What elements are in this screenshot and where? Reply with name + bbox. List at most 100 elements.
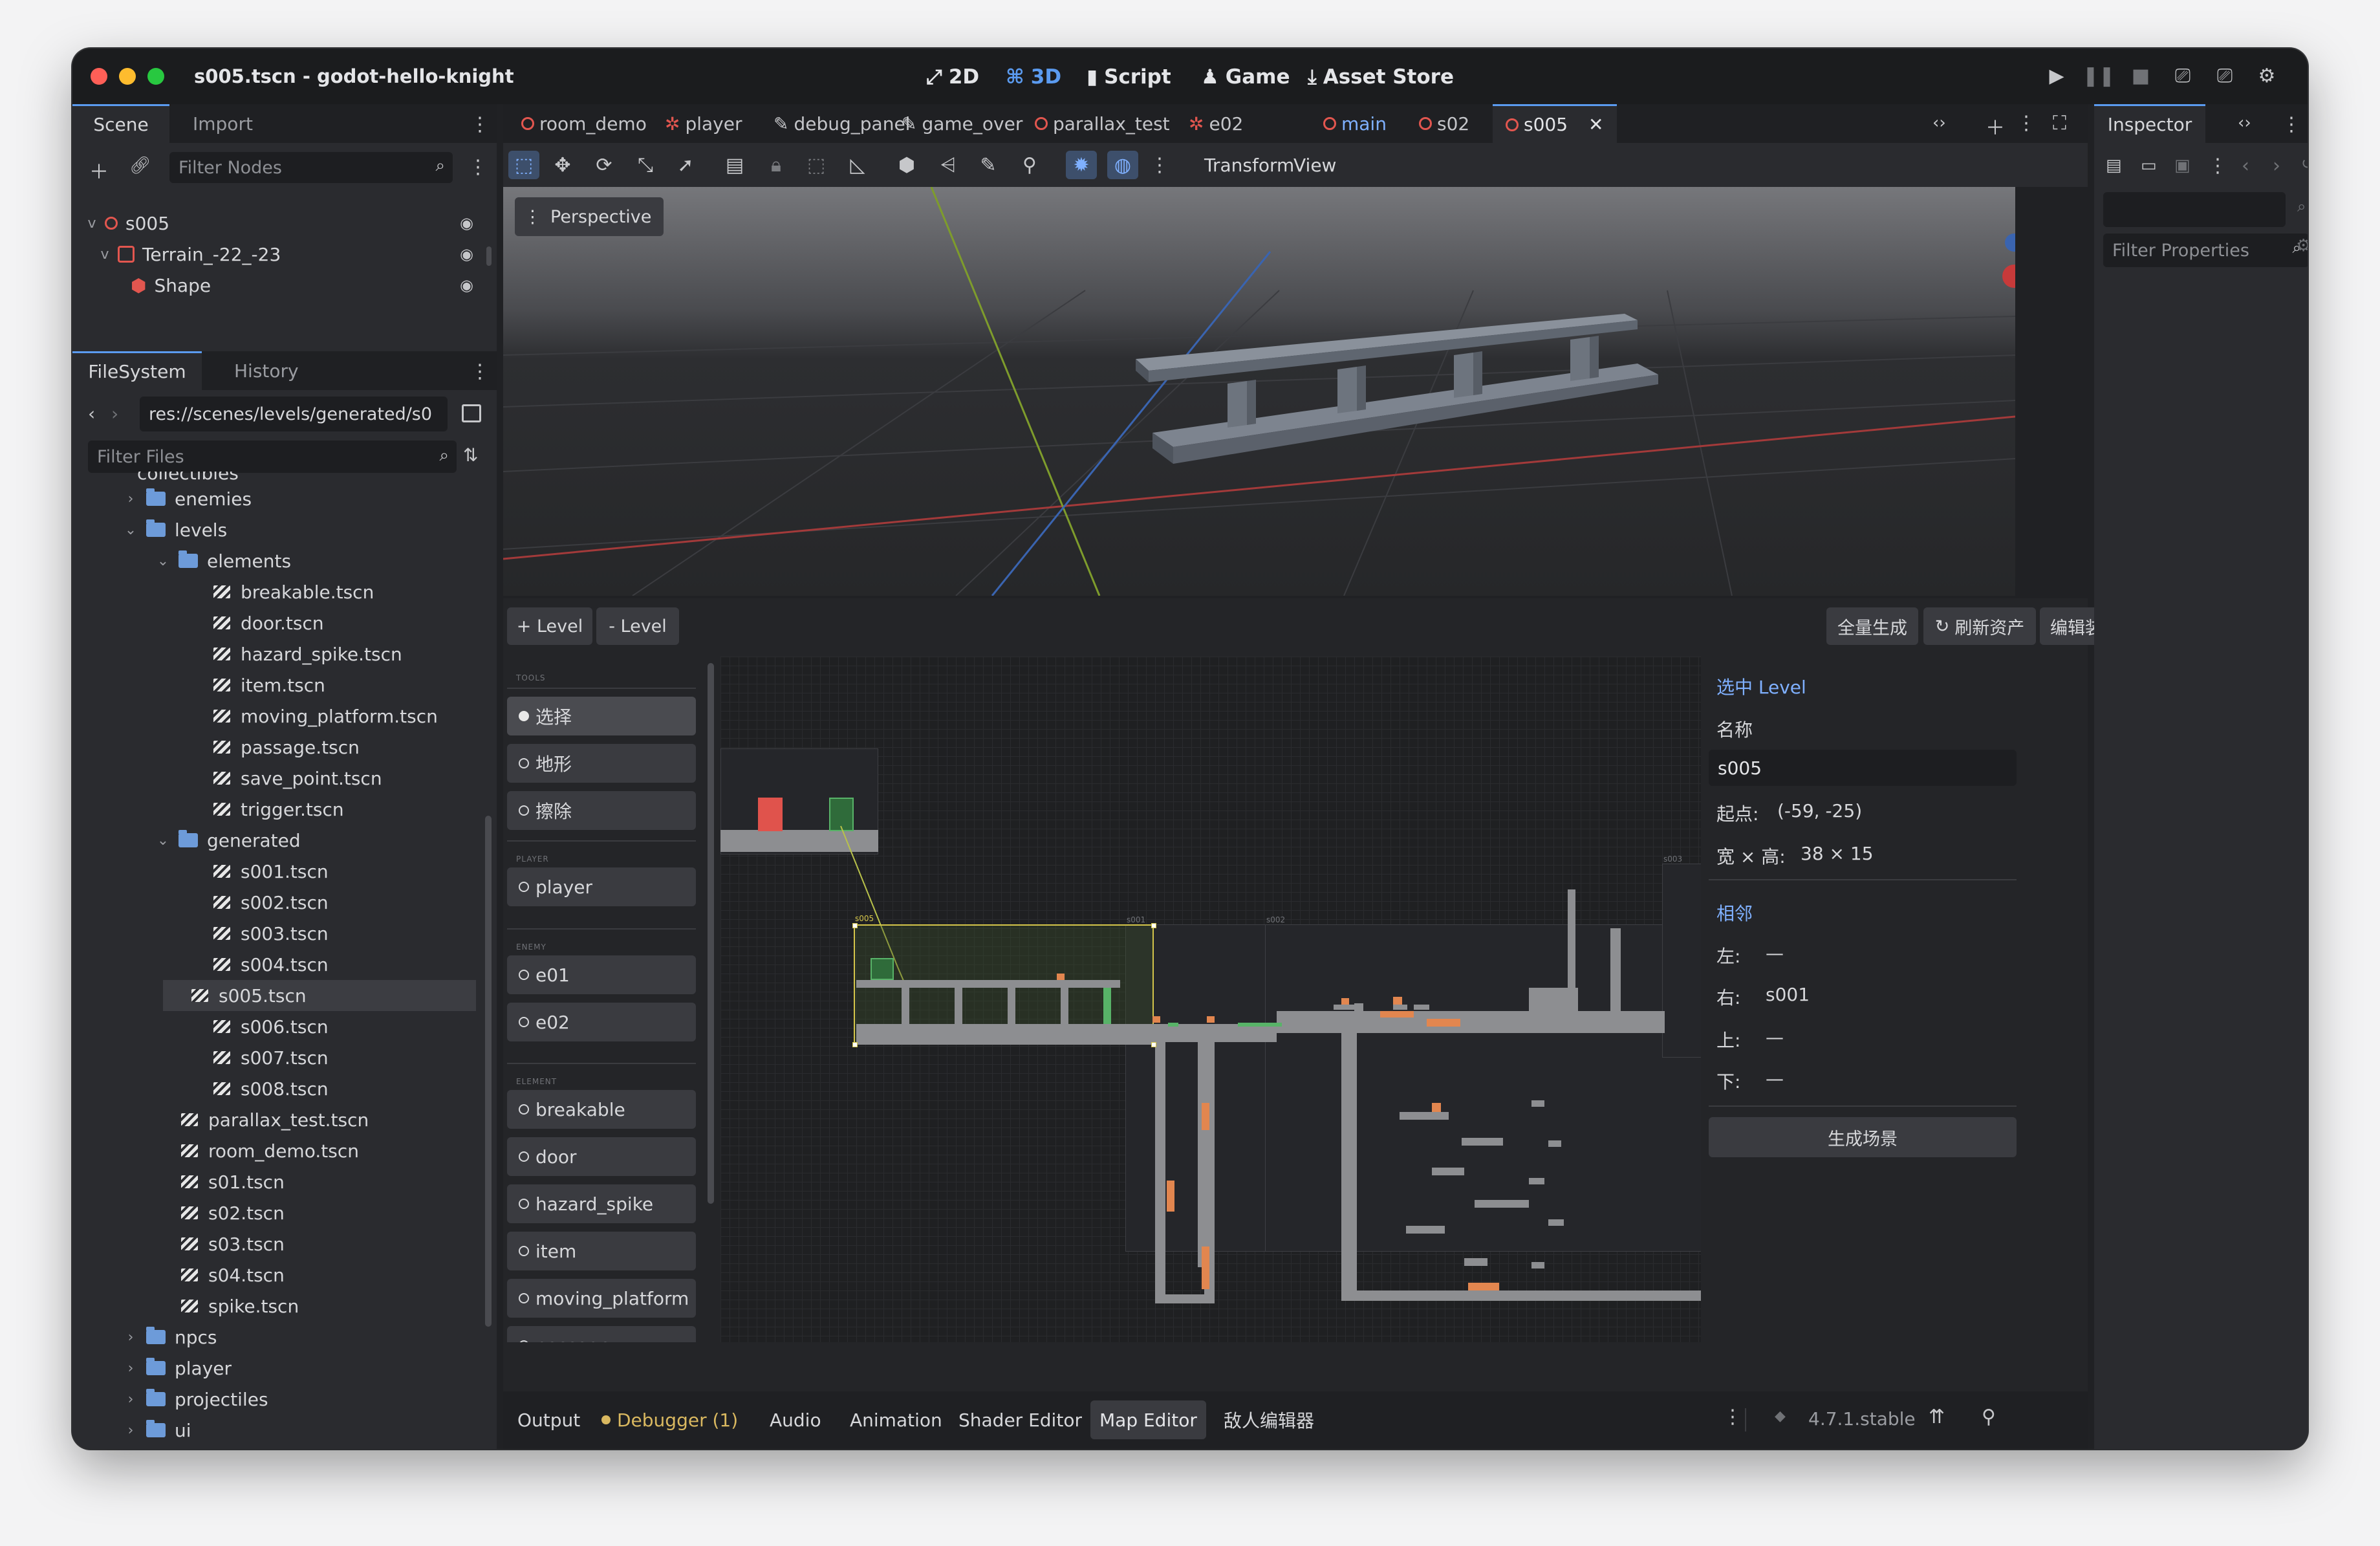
- file-item[interactable]: s008.tscn: [72, 1073, 473, 1104]
- sort-icon[interactable]: ⇅: [463, 444, 478, 466]
- file-item[interactable]: s007.tscn: [72, 1042, 473, 1073]
- file-item[interactable]: s001.tscn: [72, 856, 473, 887]
- scene-tab-room-demo[interactable]: room_demo: [508, 104, 660, 143]
- list-select-icon[interactable]: ➚: [673, 151, 698, 179]
- scene-tab-e02[interactable]: ✲ e02: [1176, 104, 1256, 143]
- player-spawn-marker[interactable]: [871, 958, 894, 980]
- bottom-tab-2[interactable]: Audio: [761, 1400, 830, 1439]
- scene-tab-main[interactable]: main: [1310, 104, 1400, 143]
- file-item[interactable]: s006.tscn: [72, 1011, 473, 1042]
- pin-icon[interactable]: ⚲: [1017, 151, 1043, 179]
- tree-node-root[interactable]: v s005 ◉: [85, 208, 473, 239]
- stop-icon[interactable]: ■: [2129, 64, 2152, 87]
- inspector-settings-icon[interactable]: ⚙: [2296, 236, 2308, 256]
- chevron-right-icon[interactable]: ›: [124, 491, 137, 507]
- level-name-field[interactable]: s005: [1709, 750, 2017, 786]
- scale-mode-icon[interactable]: ⤡: [633, 151, 658, 179]
- file-item[interactable]: s01.tscn: [72, 1166, 473, 1197]
- file-item[interactable]: s02.tscn: [72, 1197, 473, 1228]
- file-item[interactable]: main.tscn: [72, 1446, 473, 1449]
- object-search-icon[interactable]: ⌕: [2297, 197, 2306, 215]
- measure-icon[interactable]: ◺: [845, 151, 871, 179]
- file-item[interactable]: room_demo.tscn: [72, 1135, 473, 1166]
- preview-menu-icon[interactable]: ⋮: [1150, 151, 1169, 179]
- path-field[interactable]: res://scenes/levels/generated/s0: [140, 397, 448, 431]
- filter-nodes-input[interactable]: Filter Nodes ⌕: [169, 152, 453, 183]
- scene-tab-game-over[interactable]: ✎ game_over: [889, 104, 1035, 143]
- scene-tab-s005[interactable]: s005 ✕: [1493, 104, 1617, 143]
- chevron-right-icon[interactable]: ›: [124, 1360, 137, 1377]
- play-custom-scene-icon[interactable]: ⎚: [2213, 64, 2236, 87]
- scene-tab-s02[interactable]: s02: [1406, 104, 1482, 143]
- folder-item[interactable]: › npcs: [72, 1322, 473, 1353]
- view-menu[interactable]: View: [1293, 155, 1336, 176]
- bottom-tab-5[interactable]: Map Editor: [1090, 1400, 1206, 1439]
- hazard-marker[interactable]: [1207, 1016, 1215, 1023]
- tab-import[interactable]: Import: [193, 113, 253, 135]
- bottom-menu-icon[interactable]: ⋮: [1723, 1406, 1742, 1428]
- rotate-mode-icon[interactable]: ⟳: [591, 151, 617, 179]
- filter-files-input[interactable]: Filter Files ⌕: [88, 441, 457, 473]
- forward-icon[interactable]: ›: [111, 403, 118, 424]
- file-item[interactable]: breakable.tscn: [72, 576, 473, 607]
- save-resource-icon[interactable]: ▣: [2174, 156, 2191, 175]
- ruler-icon[interactable]: ▤: [722, 151, 748, 179]
- refresh-assets-button[interactable]: ↻ 刷新资产: [1923, 607, 2036, 645]
- item-marker[interactable]: [1393, 997, 1402, 1005]
- transform-menu[interactable]: Transform: [1204, 155, 1294, 176]
- item-marker[interactable]: [1432, 1103, 1441, 1112]
- mode-game-button[interactable]: ♟ Game: [1201, 63, 1290, 91]
- split-mode-icon[interactable]: [462, 404, 481, 422]
- tab-filesystem[interactable]: FileSystem: [72, 351, 202, 390]
- file-item[interactable]: moving_platform.tscn: [72, 701, 473, 732]
- file-item[interactable]: item.tscn: [72, 670, 473, 701]
- folder-item[interactable]: › enemies: [72, 483, 473, 514]
- bottom-tab-4[interactable]: Shader Editor: [949, 1400, 1091, 1439]
- distraction-free-icon[interactable]: ⛶: [2053, 112, 2066, 135]
- group-icon[interactable]: ⬚: [803, 151, 829, 179]
- file-item[interactable]: s002.tscn: [72, 887, 473, 918]
- hazard-marker[interactable]: [1167, 1181, 1174, 1212]
- filter-properties-input[interactable]: Filter Properties ⌕: [2103, 234, 2308, 267]
- chevron-right-icon[interactable]: ›: [124, 1391, 137, 1408]
- bottom-tab-6[interactable]: 敌人编辑器: [1215, 1400, 1323, 1439]
- tree-node-terrain[interactable]: v Terrain_-22_-23 ◉: [98, 239, 473, 270]
- mode-3d-button[interactable]: ⌘ 3D: [1006, 63, 1061, 91]
- scene-tab-parallax-test[interactable]: parallax_test: [1022, 104, 1183, 143]
- tab-history[interactable]: History: [234, 360, 299, 382]
- back-icon[interactable]: ‹: [88, 403, 95, 424]
- hazard-marker[interactable]: [1380, 1011, 1414, 1018]
- file-item[interactable]: s005.tscn: [163, 980, 476, 1011]
- history-back-icon[interactable]: ‹: [2242, 155, 2249, 177]
- file-item[interactable]: s04.tscn: [72, 1259, 473, 1290]
- folder-item[interactable]: ⌄ levels: [72, 514, 473, 545]
- pin-icon[interactable]: ⚲: [1982, 1406, 1996, 1428]
- dock-menu-icon[interactable]: ⋮: [470, 360, 490, 383]
- palette-moving-platform-button[interactable]: moving_platform: [507, 1279, 696, 1318]
- pause-icon[interactable]: ❚❚: [2082, 64, 2115, 87]
- hazard-marker[interactable]: [1427, 1019, 1460, 1027]
- palette-player-button[interactable]: player: [507, 867, 696, 906]
- file-item[interactable]: s004.tscn: [72, 949, 473, 980]
- folder-item[interactable]: › player: [72, 1353, 473, 1384]
- item-marker[interactable]: [1341, 998, 1349, 1005]
- resize-handle[interactable]: [1151, 923, 1156, 928]
- tab-inspector[interactable]: Inspector: [2094, 104, 2205, 143]
- maximize-window-button[interactable]: [147, 68, 164, 85]
- resize-handle[interactable]: [1151, 1042, 1156, 1047]
- expand-bottom-panel-icon[interactable]: ⇈: [1929, 1406, 1945, 1428]
- bottom-tab-0[interactable]: Output: [508, 1400, 589, 1439]
- generate-scene-button[interactable]: 生成场景: [1709, 1117, 2017, 1157]
- bottom-tab-1[interactable]: Debugger (1): [592, 1400, 747, 1439]
- chevron-right-icon[interactable]: ›: [124, 1329, 137, 1345]
- mode-asset-store-button[interactable]: ⤓ Asset Store: [1308, 63, 1454, 91]
- file-item[interactable]: spike.tscn: [72, 1290, 473, 1322]
- palette-scrollbar[interactable]: [708, 663, 714, 1204]
- palette-e01-button[interactable]: e01: [507, 955, 696, 994]
- palette-e02-button[interactable]: e02: [507, 1003, 696, 1041]
- sun-preview-icon[interactable]: ✹: [1066, 151, 1097, 179]
- link-icon[interactable]: 🔗︎: [129, 156, 151, 175]
- move-mode-icon[interactable]: ✥: [550, 151, 576, 179]
- generate-all-button[interactable]: 全量生成: [1826, 607, 1918, 645]
- file-item[interactable]: hazard_spike.tscn: [72, 638, 473, 670]
